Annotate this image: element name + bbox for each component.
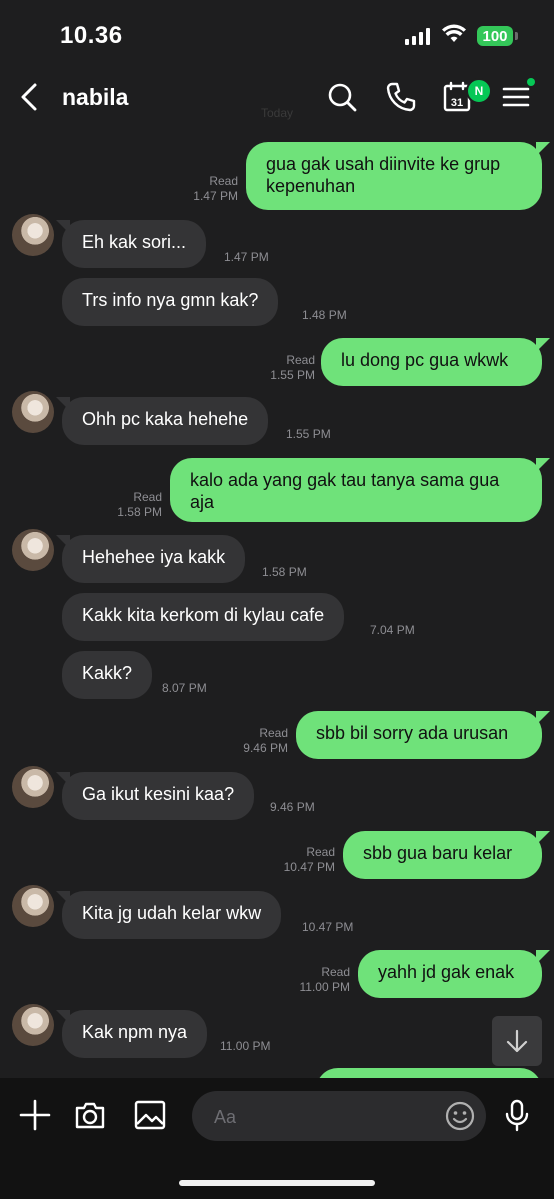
- message-time: 1.55 PM: [270, 368, 315, 382]
- avatar[interactable]: [12, 1004, 54, 1046]
- read-receipt: Read: [321, 965, 350, 979]
- message-time: 10.47 PM: [283, 860, 335, 874]
- image-icon[interactable]: [133, 1098, 167, 1132]
- message-time: 7.04 PM: [370, 623, 415, 637]
- read-receipt: Read: [133, 490, 162, 504]
- message-text: Trs info nya gmn kak?: [82, 290, 259, 310]
- message-text: sbb bil sorry ada urusan: [316, 723, 509, 743]
- message-time: 9.46 PM: [270, 800, 315, 814]
- message-bubble-incoming[interactable]: Kakk kita kerkom di kylau cafe: [62, 593, 345, 641]
- message-time: 1.47 PM: [224, 250, 269, 264]
- message-bubble-outgoing-partial[interactable]: [316, 1068, 542, 1078]
- message-time: 1.47 PM: [193, 189, 238, 203]
- bubble-tail: [536, 458, 550, 472]
- message-time: 1.58 PM: [117, 505, 162, 519]
- message-text: kalo ada yang gak tau tanya sama gua: [190, 470, 500, 490]
- message-bubble-incoming[interactable]: Trs info nya gmn kak?: [62, 278, 279, 326]
- home-indicator: [179, 1180, 375, 1186]
- avatar[interactable]: [12, 529, 54, 571]
- message-text: Hehehee iya kakk: [82, 547, 226, 567]
- read-receipt: Read: [286, 353, 315, 367]
- message-text: gua gak usah diinvite ke grup: [266, 154, 501, 174]
- message-text: Kita jg udah kelar wkw: [82, 903, 262, 923]
- message-list[interactable]: gua gak usah diinvite ke grup kepenuhan …: [0, 0, 554, 1078]
- message-text: kepenuhan: [266, 176, 356, 196]
- message-bubble-outgoing[interactable]: kalo ada yang gak tau tanya sama gua aja: [170, 458, 542, 522]
- message-text: lu dong pc gua wkwk: [341, 350, 509, 370]
- message-text: yahh jd gak enak: [378, 962, 515, 982]
- message-input-box[interactable]: [192, 1091, 486, 1143]
- message-meta: Read 1.47 PM: [170, 174, 238, 204]
- message-bubble-incoming[interactable]: Kak npm nya: [62, 1010, 208, 1058]
- message-time: 1.58 PM: [262, 565, 307, 579]
- message-bubble-incoming[interactable]: Kakk?: [62, 651, 153, 699]
- avatar[interactable]: [12, 214, 54, 256]
- bubble-tail: [536, 338, 550, 352]
- message-time: 1.48 PM: [302, 308, 347, 322]
- message-time: 9.46 PM: [243, 741, 288, 755]
- message-bubble-incoming[interactable]: Eh kak sori...: [62, 220, 207, 268]
- message-meta: Read 10.47 PM: [265, 845, 335, 875]
- message-time: 1.55 PM: [286, 427, 331, 441]
- mic-icon[interactable]: [500, 1098, 534, 1132]
- message-text: Kak npm nya: [82, 1022, 188, 1042]
- bubble-tail: [536, 711, 550, 725]
- read-receipt: Read: [209, 174, 238, 188]
- scroll-to-bottom-button[interactable]: [492, 1016, 542, 1066]
- message-bubble-outgoing[interactable]: sbb bil sorry ada urusan: [296, 711, 542, 759]
- message-text: sbb gua baru kelar: [363, 843, 513, 863]
- message-bubble-outgoing[interactable]: yahh jd gak enak: [358, 950, 542, 998]
- message-text: aja: [190, 492, 215, 512]
- message-time: 10.47 PM: [302, 920, 354, 934]
- message-meta: Read 1.58 PM: [92, 490, 162, 520]
- message-text: Eh kak sori...: [82, 232, 187, 252]
- message-time: 11.00 PM: [299, 980, 350, 994]
- message-text: Kakk?: [82, 663, 133, 683]
- emoji-icon[interactable]: [444, 1100, 476, 1132]
- arrow-down-icon: [506, 1029, 528, 1053]
- message-text: Ga ikut kesini kaa?: [82, 784, 235, 804]
- bubble-tail: [536, 142, 550, 156]
- message-bubble-incoming[interactable]: Hehehee iya kakk: [62, 535, 246, 583]
- camera-icon[interactable]: [73, 1098, 107, 1132]
- avatar[interactable]: [12, 885, 54, 927]
- read-receipt: Read: [259, 726, 288, 740]
- message-text: Ohh pc kaka hehehe: [82, 409, 249, 429]
- plus-icon[interactable]: [18, 1098, 52, 1132]
- message-meta: Read 9.46 PM: [218, 726, 288, 756]
- message-bubble-outgoing[interactable]: gua gak usah diinvite ke grup kepenuhan: [246, 142, 542, 210]
- message-meta: Read 1.55 PM: [245, 353, 315, 383]
- message-time: 11.00 PM: [220, 1039, 271, 1053]
- bubble-tail: [536, 831, 550, 845]
- message-bubble-outgoing[interactable]: lu dong pc gua wkwk: [321, 338, 542, 386]
- message-input[interactable]: [212, 1091, 446, 1143]
- bubble-tail: [536, 950, 550, 964]
- message-text: Kakk kita kerkom di kylau cafe: [82, 605, 325, 625]
- avatar[interactable]: [12, 391, 54, 433]
- message-bubble-incoming[interactable]: Ga ikut kesini kaa?: [62, 772, 255, 820]
- message-bubble-outgoing[interactable]: sbb gua baru kelar: [343, 831, 542, 879]
- message-bubble-incoming[interactable]: Ohh pc kaka hehehe: [62, 397, 269, 445]
- message-meta: Read 11.00 PM: [280, 965, 350, 995]
- read-receipt: Read: [306, 845, 335, 859]
- avatar[interactable]: [12, 766, 54, 808]
- message-bubble-incoming[interactable]: Kita jg udah kelar wkw: [62, 891, 282, 939]
- message-time: 8.07 PM: [162, 681, 207, 695]
